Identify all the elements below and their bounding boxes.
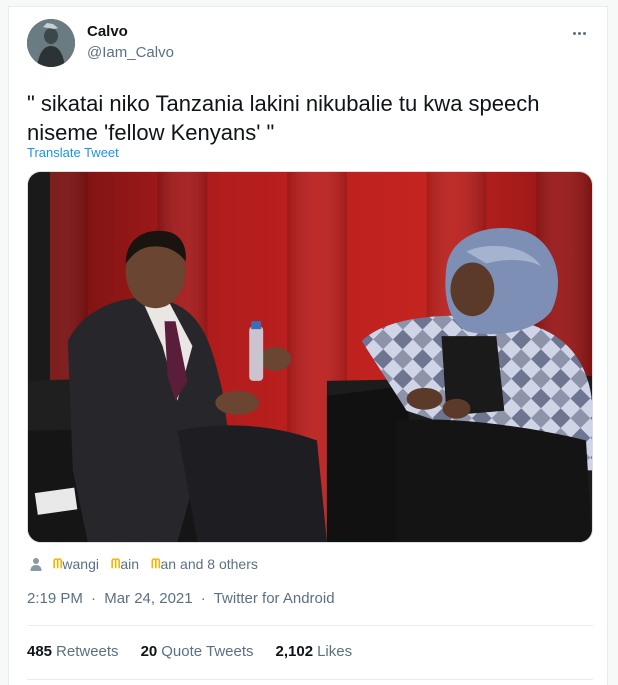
liker-mark-3: ᗰ	[151, 556, 161, 571]
meta-separator: ·	[200, 590, 206, 607]
person-icon	[30, 558, 42, 571]
quote-tweets-stat[interactable]: 20 Quote Tweets	[141, 643, 254, 660]
likes-stat[interactable]: 2,102 Likes	[276, 643, 353, 660]
liked-by-row[interactable]: ᗰ wangi ᗰ ain ᗰ an and 8 others	[29, 553, 258, 575]
likers-suffix: and 8 others	[180, 556, 258, 572]
quote-tweets-count: 20	[140, 643, 158, 660]
display-name[interactable]: Calvo	[87, 23, 128, 40]
divider	[27, 679, 593, 680]
meta-separator: ·	[91, 590, 97, 607]
liker-name-3[interactable]: an	[160, 556, 176, 572]
liker-name-2[interactable]: ain	[120, 556, 139, 572]
avatar[interactable]	[27, 19, 75, 67]
divider	[27, 625, 593, 626]
user-handle[interactable]: @Iam_Calvo	[87, 44, 174, 61]
retweets-count: 485	[27, 643, 53, 660]
likes-count: 2,102	[275, 643, 314, 660]
liker-name-1[interactable]: wangi	[62, 556, 99, 572]
tweet-photo[interactable]	[27, 171, 593, 543]
liker-mark-1: ᗰ	[53, 556, 63, 571]
tweet-card: Calvo @Iam_Calvo " sikatai niko Tanzania…	[8, 6, 608, 685]
tweet-metadata: 2:19 PM · Mar 24, 2021 · Twitter for And…	[27, 590, 335, 607]
tweet-text: " sikatai niko Tanzania lakini nikubalie…	[27, 91, 540, 145]
tweet-source[interactable]: Twitter for Android	[214, 590, 335, 607]
retweets-stat[interactable]: 485 Retweets	[27, 643, 119, 660]
quote-tweets-label: Quote Tweets	[161, 643, 254, 660]
tweet-date[interactable]: Mar 24, 2021	[104, 590, 192, 607]
translate-tweet-link[interactable]: Translate Tweet	[27, 145, 119, 160]
retweets-label: Retweets	[56, 643, 119, 660]
tweet-stats: 485 Retweets 20 Quote Tweets 2,102 Likes	[27, 643, 374, 660]
liker-mark-2: ᗰ	[110, 556, 121, 571]
more-horizontal-icon[interactable]	[567, 21, 591, 45]
likes-label: Likes	[317, 643, 353, 660]
tweet-time[interactable]: 2:19 PM	[27, 590, 83, 607]
